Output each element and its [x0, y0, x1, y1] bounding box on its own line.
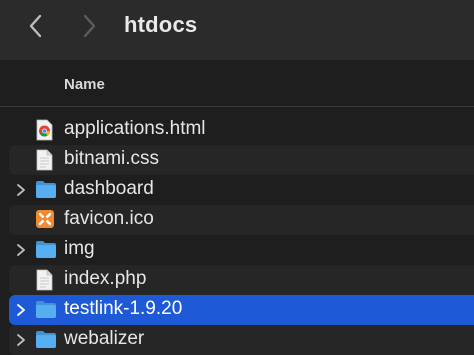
disclosure-chevron-icon[interactable]: [15, 333, 27, 347]
document-icon: [35, 149, 55, 171]
chevron-left-icon: [29, 14, 42, 38]
list-item[interactable]: webalizer: [9, 325, 474, 355]
back-button[interactable]: [20, 10, 54, 42]
file-name: applications.html: [64, 118, 206, 139]
name-column-header[interactable]: Name: [64, 76, 105, 93]
disclosure-chevron-icon[interactable]: [15, 243, 27, 257]
file-name: testlink-1.9.20: [64, 298, 183, 319]
xampp-icon: [35, 209, 55, 231]
file-name: img: [64, 238, 95, 259]
column-header[interactable]: Name: [0, 60, 474, 107]
folder-icon: [35, 179, 56, 201]
toolbar: htdocs: [0, 0, 474, 60]
disclosure-chevron-icon[interactable]: [15, 303, 27, 317]
list-item[interactable]: bitnami.css: [9, 145, 474, 175]
file-list: applications.html bitnami.css dashboard fav…: [0, 115, 474, 355]
list-item[interactable]: dashboard: [9, 175, 474, 205]
list-item[interactable]: testlink-1.9.20: [9, 295, 474, 325]
file-name: bitnami.css: [64, 148, 160, 169]
file-name: favicon.ico: [64, 208, 154, 229]
file-name: webalizer: [64, 328, 145, 349]
finder-window: htdocs Name applications.html bitnami.css…: [0, 0, 474, 355]
list-item[interactable]: img: [9, 235, 474, 265]
folder-icon: [35, 299, 56, 321]
list-item[interactable]: favicon.ico: [9, 205, 474, 235]
document-icon: [35, 269, 55, 291]
chevron-right-icon: [83, 14, 96, 38]
window-title: htdocs: [124, 12, 198, 37]
chrome-html-file-icon: [35, 119, 55, 141]
list-item[interactable]: applications.html: [9, 115, 474, 145]
forward-button[interactable]: [73, 10, 107, 42]
file-name: dashboard: [64, 178, 154, 199]
list-item[interactable]: index.php: [9, 265, 474, 295]
folder-icon: [35, 239, 56, 261]
file-name: index.php: [64, 268, 147, 289]
folder-icon: [35, 329, 56, 351]
disclosure-chevron-icon[interactable]: [15, 183, 27, 197]
